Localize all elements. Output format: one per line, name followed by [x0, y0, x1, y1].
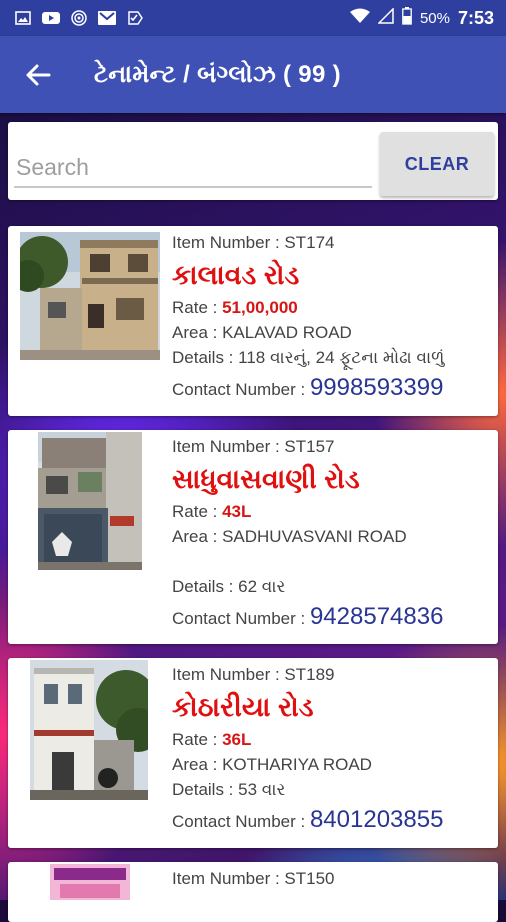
rate-value: 36L [222, 730, 252, 749]
details: Details : 118 વારનું, 24 ફૂટના મોઢા વાળુ… [172, 348, 445, 367]
gallery-icon [14, 9, 32, 27]
contact: Contact Number : 9998593399 [172, 374, 490, 402]
location-title: સાધુવાસવાણી રોડ [172, 464, 360, 494]
target-icon [70, 9, 88, 27]
youtube-icon [42, 9, 60, 27]
area: Area : SADHUVASVANI ROAD [172, 527, 407, 546]
rate: Rate : 36L [172, 727, 490, 752]
area: Area : KALAVAD ROAD [172, 323, 352, 342]
item-number: Item Number : ST157 [172, 437, 335, 456]
app-bar: ટેનામેન્ટ / બંગ્લોઝ ( 99 ) [0, 36, 506, 113]
arrow-left-icon [26, 64, 51, 85]
battery-percent: 50% [419, 9, 450, 27]
list-item[interactable]: Item Number : ST157 સાધુવાસવાણી રોડ Rate… [8, 430, 498, 644]
search-input[interactable] [14, 148, 372, 188]
property-photo [38, 432, 142, 570]
phone-number[interactable]: 8401203855 [310, 806, 443, 833]
phone-number[interactable]: 9998593399 [310, 374, 443, 401]
item-number: Item Number : ST174 [172, 233, 335, 252]
list-item[interactable]: Item Number : ST189 કોઠારીયા રોડ Rate : … [8, 658, 498, 848]
rate-label: Rate : [172, 502, 223, 521]
contact-label: Contact Number : [172, 812, 310, 831]
signal-icon [377, 7, 394, 28]
location-title: કાલાવડ રોડ [172, 260, 300, 290]
listing-info: Item Number : ST189 કોઠારીયા રોડ Rate : … [172, 662, 490, 834]
clear-button[interactable]: CLEAR [380, 132, 494, 196]
search-card: CLEAR [8, 122, 498, 200]
gmail-icon [98, 9, 116, 27]
item-number: Item Number : ST150 [172, 869, 335, 888]
status-bar: 50% 7:53 [0, 0, 506, 36]
rate-value: 51,00,000 [222, 298, 298, 317]
item-number: Item Number : ST189 [172, 665, 335, 684]
rate-label: Rate : [172, 730, 223, 749]
listing-info: Item Number : ST157 સાધુવાસવાણી રોડ Rate… [172, 434, 490, 631]
phone-number[interactable]: 9428574836 [310, 603, 443, 630]
contact-label: Contact Number : [172, 609, 310, 628]
contact-label: Contact Number : [172, 380, 310, 399]
back-button[interactable] [8, 45, 68, 105]
listing-info: Item Number : ST174 કાલાવડ રોડ Rate : 51… [172, 230, 490, 402]
page-title: ટેનામેન્ટ / બંગ્લોઝ ( 99 ) [94, 60, 341, 88]
property-photo [20, 232, 160, 360]
rate-label: Rate : [172, 298, 223, 317]
details: Details : 62 વાર [172, 577, 286, 596]
property-photo [30, 660, 148, 800]
list-item[interactable]: Item Number : ST150 [8, 862, 498, 922]
rate: Rate : 51,00,000 [172, 295, 490, 320]
listing-info: Item Number : ST150 [172, 866, 490, 891]
clock: 7:53 [457, 7, 494, 28]
wifi-icon [349, 8, 370, 28]
contact: Contact Number : 8401203855 [172, 806, 490, 834]
rate-value: 43L [222, 502, 252, 521]
location-title: કોઠારીયા રોડ [172, 692, 314, 722]
rate: Rate : 43L [172, 499, 490, 524]
list-item[interactable]: Item Number : ST174 કાલાવડ રોડ Rate : 51… [8, 226, 498, 416]
property-photo [50, 864, 130, 900]
area: Area : KOTHARIYA ROAD [172, 755, 372, 774]
details: Details : 53 વાર [172, 780, 286, 799]
contact: Contact Number : 9428574836 [172, 603, 490, 631]
check-tag-icon [126, 9, 144, 27]
battery-icon [402, 7, 412, 29]
